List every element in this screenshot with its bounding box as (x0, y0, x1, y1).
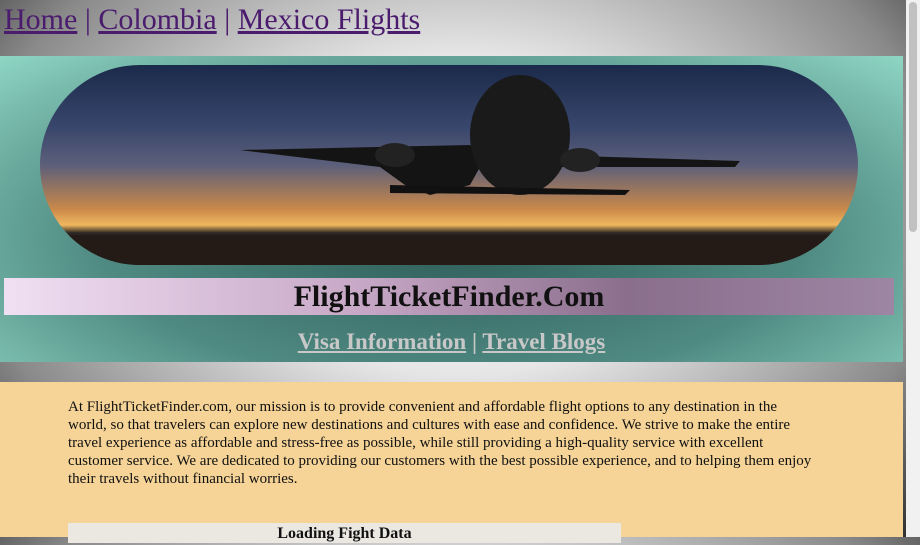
loading-flight-data-box: Loading Fight Data (68, 523, 621, 543)
nav-separator: | (84, 3, 91, 36)
travel-blogs-link[interactable]: Travel Blogs (482, 329, 605, 354)
sub-navigation: Visa Information | Travel Blogs (0, 329, 903, 355)
colombia-link[interactable]: Colombia (98, 3, 216, 36)
site-title-banner: FlightTicketFinder.Com (4, 278, 894, 315)
nav-separator: | (224, 3, 231, 36)
subnav-separator: | (471, 329, 478, 354)
home-link[interactable]: Home (4, 3, 77, 36)
visa-information-link[interactable]: Visa Information (298, 329, 466, 354)
hero-section: FlightTicketFinder.Com Visa Information … (0, 56, 903, 362)
mexico-flights-link[interactable]: Mexico Flights (238, 3, 421, 36)
scrollbar-thumb[interactable] (909, 2, 917, 232)
mission-text: At FlightTicketFinder.com, our mission i… (68, 399, 812, 487)
airplane-icon (240, 75, 740, 195)
vertical-scrollbar[interactable] (906, 0, 920, 537)
ground-silhouette (40, 235, 858, 265)
top-navigation: Home | Colombia | Mexico Flights (0, 0, 909, 56)
main-content: At FlightTicketFinder.com, our mission i… (0, 382, 903, 543)
hero-image (40, 65, 858, 265)
